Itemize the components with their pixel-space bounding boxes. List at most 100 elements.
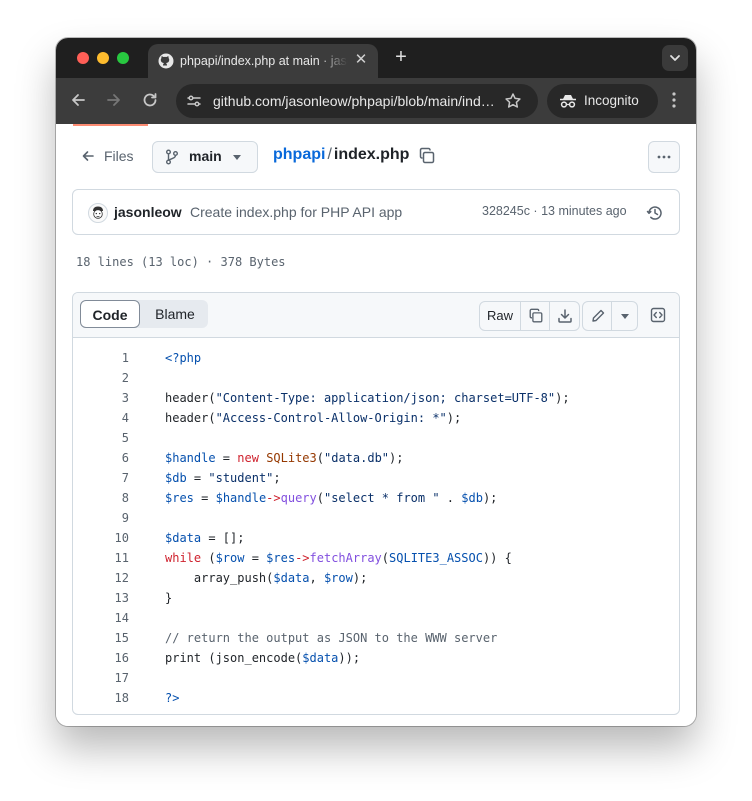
github-content: Files main phpapi / index.php jasonleow Cr…: [56, 124, 696, 726]
files-label: Files: [104, 148, 134, 164]
line-content: $data = [];: [165, 531, 245, 545]
zoom-window-button[interactable]: [117, 52, 129, 64]
code-line: 11 while ($row = $res->fetchArray(SQLITE3…: [73, 548, 679, 568]
chevron-down-icon: [670, 55, 680, 61]
github-favicon: [158, 53, 174, 69]
reload-icon[interactable]: [140, 90, 160, 110]
line-number[interactable]: 3: [73, 388, 129, 408]
close-window-button[interactable]: [77, 52, 89, 64]
line-number[interactable]: 5: [73, 428, 129, 448]
star-icon[interactable]: [504, 92, 522, 110]
line-number[interactable]: 7: [73, 468, 129, 488]
forward-arrow-icon[interactable]: [104, 90, 124, 110]
commit-meta[interactable]: 328245c · 13 minutes ago: [482, 204, 627, 218]
view-toggle: Code Blame: [80, 300, 208, 328]
browser-toolbar: github.com/jasonleow/phpapi/blob/main/in…: [56, 78, 696, 124]
code-line: 4 header("Access-Control-Allow-Origin: *"…: [73, 408, 679, 428]
code-square-icon: [650, 307, 666, 323]
branch-name: main: [189, 148, 222, 164]
branch-selector[interactable]: main: [152, 141, 258, 173]
incognito-badge[interactable]: Incognito: [547, 84, 658, 118]
edit-dropdown-button[interactable]: [612, 302, 637, 330]
tab-blame[interactable]: Blame: [142, 300, 208, 328]
repo-link[interactable]: phpapi: [273, 146, 325, 163]
line-content: $res = $handle->query("select * from " .…: [165, 491, 498, 505]
copy-raw-button[interactable]: [521, 302, 550, 330]
address-bar[interactable]: github.com/jasonleow/phpapi/blob/main/in…: [176, 84, 538, 118]
caret-down-icon: [233, 155, 241, 160]
code-line: 7 $db = "student";: [73, 468, 679, 488]
minimize-window-button[interactable]: [97, 52, 109, 64]
more-options-button[interactable]: [648, 141, 680, 173]
file-info: 18 lines (13 loc) · 378 Bytes: [76, 255, 286, 269]
line-content: <?php: [165, 351, 202, 365]
code-panel: Code Blame Raw 1 <?php 2 3 header("Conte…: [72, 292, 680, 715]
line-content: array_push($data, $row);: [165, 571, 368, 585]
line-number[interactable]: 17: [73, 668, 129, 688]
line-number[interactable]: 4: [73, 408, 129, 428]
line-number[interactable]: 8: [73, 488, 129, 508]
kebab-horizontal-icon: [657, 155, 671, 159]
line-number[interactable]: 15: [73, 628, 129, 648]
code-line: 2: [73, 368, 679, 388]
history-icon[interactable]: [646, 204, 664, 222]
line-content: while ($row = $res->fetchArray(SQLITE3_A…: [165, 551, 512, 565]
line-number[interactable]: 2: [73, 368, 129, 388]
incognito-icon: [560, 95, 576, 108]
avatar[interactable]: [88, 203, 108, 223]
code-line: 13}: [73, 588, 679, 608]
plus-icon[interactable]: +: [390, 46, 412, 68]
line-content: header("Access-Control-Allow-Origin: *")…: [165, 411, 462, 425]
code-lines: 1 <?php 2 3 header("Content-Type: applicatio…: [73, 348, 679, 708]
line-content: header("Content-Type: application/json; …: [165, 391, 570, 405]
code-line: 17: [73, 668, 679, 688]
line-number[interactable]: 14: [73, 608, 129, 628]
line-content: $db = "student";: [165, 471, 281, 485]
line-number[interactable]: 13: [73, 588, 129, 608]
code-line: 6 $handle = new SQLite3("data.db");: [73, 448, 679, 468]
line-number[interactable]: 18: [73, 688, 129, 708]
browser-window: phpapi/index.php at main · jasonleow/php…: [56, 38, 696, 726]
caret-down-icon: [621, 314, 629, 319]
breadcrumb: phpapi / index.php: [273, 146, 409, 164]
code-line: 8 $res = $handle->query("select * from " …: [73, 488, 679, 508]
code-line: 3 header("Content-Type: application/json;…: [73, 388, 679, 408]
code-line: 16 print (json_encode($data));: [73, 648, 679, 668]
download-button[interactable]: [550, 302, 579, 330]
close-icon[interactable]: ✕: [352, 51, 370, 69]
breadcrumb-separator: /: [327, 146, 332, 163]
commit-message[interactable]: Create index.php for PHP API app: [190, 204, 402, 220]
edit-actions: [582, 301, 638, 331]
edit-button[interactable]: [583, 302, 612, 330]
line-number[interactable]: 9: [73, 508, 129, 528]
url-text[interactable]: github.com/jasonleow/phpapi/blob/main/in…: [213, 93, 498, 109]
latest-commit: jasonleow Create index.php for PHP API a…: [72, 189, 680, 235]
raw-button[interactable]: Raw: [480, 302, 521, 330]
site-info-icon[interactable]: [186, 93, 202, 109]
line-content: // return the output as JSON to the WWW …: [165, 631, 498, 645]
tab-title: phpapi/index.php at main · jasonleow/php…: [180, 54, 348, 68]
line-number[interactable]: 12: [73, 568, 129, 588]
line-number[interactable]: 11: [73, 548, 129, 568]
back-arrow-icon[interactable]: [68, 90, 88, 110]
kebab-icon[interactable]: [664, 90, 684, 110]
line-number[interactable]: 6: [73, 448, 129, 468]
line-content: print (json_encode($data));: [165, 651, 361, 665]
tab-search-button[interactable]: [662, 45, 688, 71]
git-branch-icon: [166, 149, 178, 165]
arrow-left-icon: [82, 151, 94, 161]
line-content: ?>: [165, 691, 180, 705]
tab-code[interactable]: Code: [80, 300, 140, 328]
symbols-button[interactable]: [643, 301, 671, 329]
copy-icon[interactable]: [418, 147, 436, 165]
code-line: 10 $data = [];: [73, 528, 679, 548]
code-line: 15 // return the output as JSON to the WW…: [73, 628, 679, 648]
code-line: 5: [73, 428, 679, 448]
commit-author[interactable]: jasonleow: [114, 204, 182, 220]
code-line: 14: [73, 608, 679, 628]
line-number[interactable]: 16: [73, 648, 129, 668]
line-number[interactable]: 10: [73, 528, 129, 548]
active-tab[interactable]: phpapi/index.php at main · jasonleow/php…: [148, 44, 378, 78]
file-name: index.php: [333, 146, 410, 163]
line-number[interactable]: 1: [73, 348, 129, 368]
